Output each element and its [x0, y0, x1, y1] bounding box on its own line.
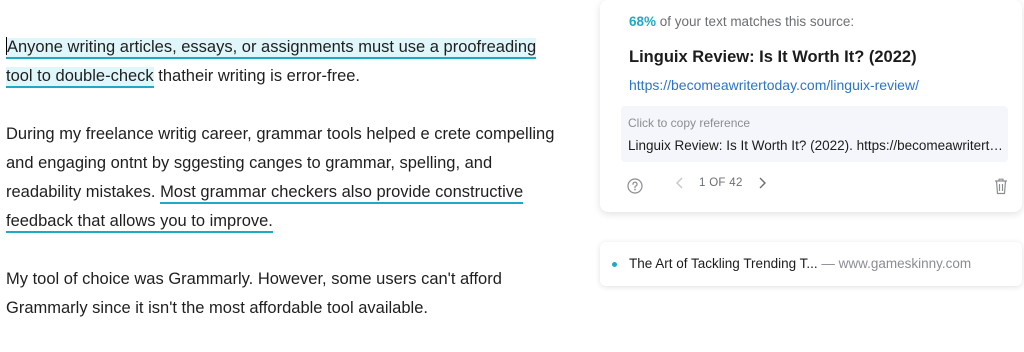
copy-reference-hint: Click to copy reference [628, 116, 751, 130]
match-percentage: 68% [629, 14, 657, 29]
pager: 1 OF 42 [675, 177, 767, 189]
card-footer: 1 OF 42 [627, 176, 1009, 198]
bullet-dot [612, 262, 617, 267]
text-editor[interactable]: Anyone writing articles, essays, or assi… [6, 33, 566, 352]
pager-count: 1 OF 42 [699, 177, 743, 189]
source-list-item[interactable]: The Art of Tackling Trending T... — www.… [600, 242, 1022, 286]
copy-reference-box[interactable]: Click to copy reference Linguix Review: … [621, 106, 1008, 162]
source-list-item-text: The Art of Tackling Trending T... — www.… [629, 256, 972, 271]
paragraph-1-rest: thatheir writing is error-free. [153, 67, 361, 85]
plagiarism-highlight-active-cont[interactable]: tool to double-check [6, 67, 154, 88]
source-url-link[interactable]: https://becomeawritertoday.com/linguix-r… [629, 77, 919, 93]
chevron-left-icon[interactable] [675, 177, 685, 189]
paragraph-2: During my freelance writig career, gramm… [6, 120, 566, 236]
source-card: 68% of your text matches this source: Li… [600, 0, 1022, 212]
paragraph-3: My tool of choice was Grammarly. However… [6, 270, 502, 317]
source-list-item-domain: www.gameskinny.com [838, 256, 972, 271]
match-summary: 68% of your text matches this source: [629, 14, 855, 29]
help-icon[interactable] [627, 178, 643, 194]
plagiarism-highlight-active[interactable]: Anyone writing articles, essays, or assi… [6, 37, 537, 59]
chevron-right-icon[interactable] [757, 177, 767, 189]
paragraph-1: Anyone writing articles, essays, or assi… [6, 33, 566, 91]
source-list-item-title: The Art of Tackling Trending T... [629, 256, 818, 271]
trash-icon[interactable] [993, 177, 1009, 195]
reference-text: Linguix Review: Is It Worth It? (2022). … [628, 138, 1006, 153]
source-title: Linguix Review: Is It Worth It? (2022) [629, 48, 917, 66]
